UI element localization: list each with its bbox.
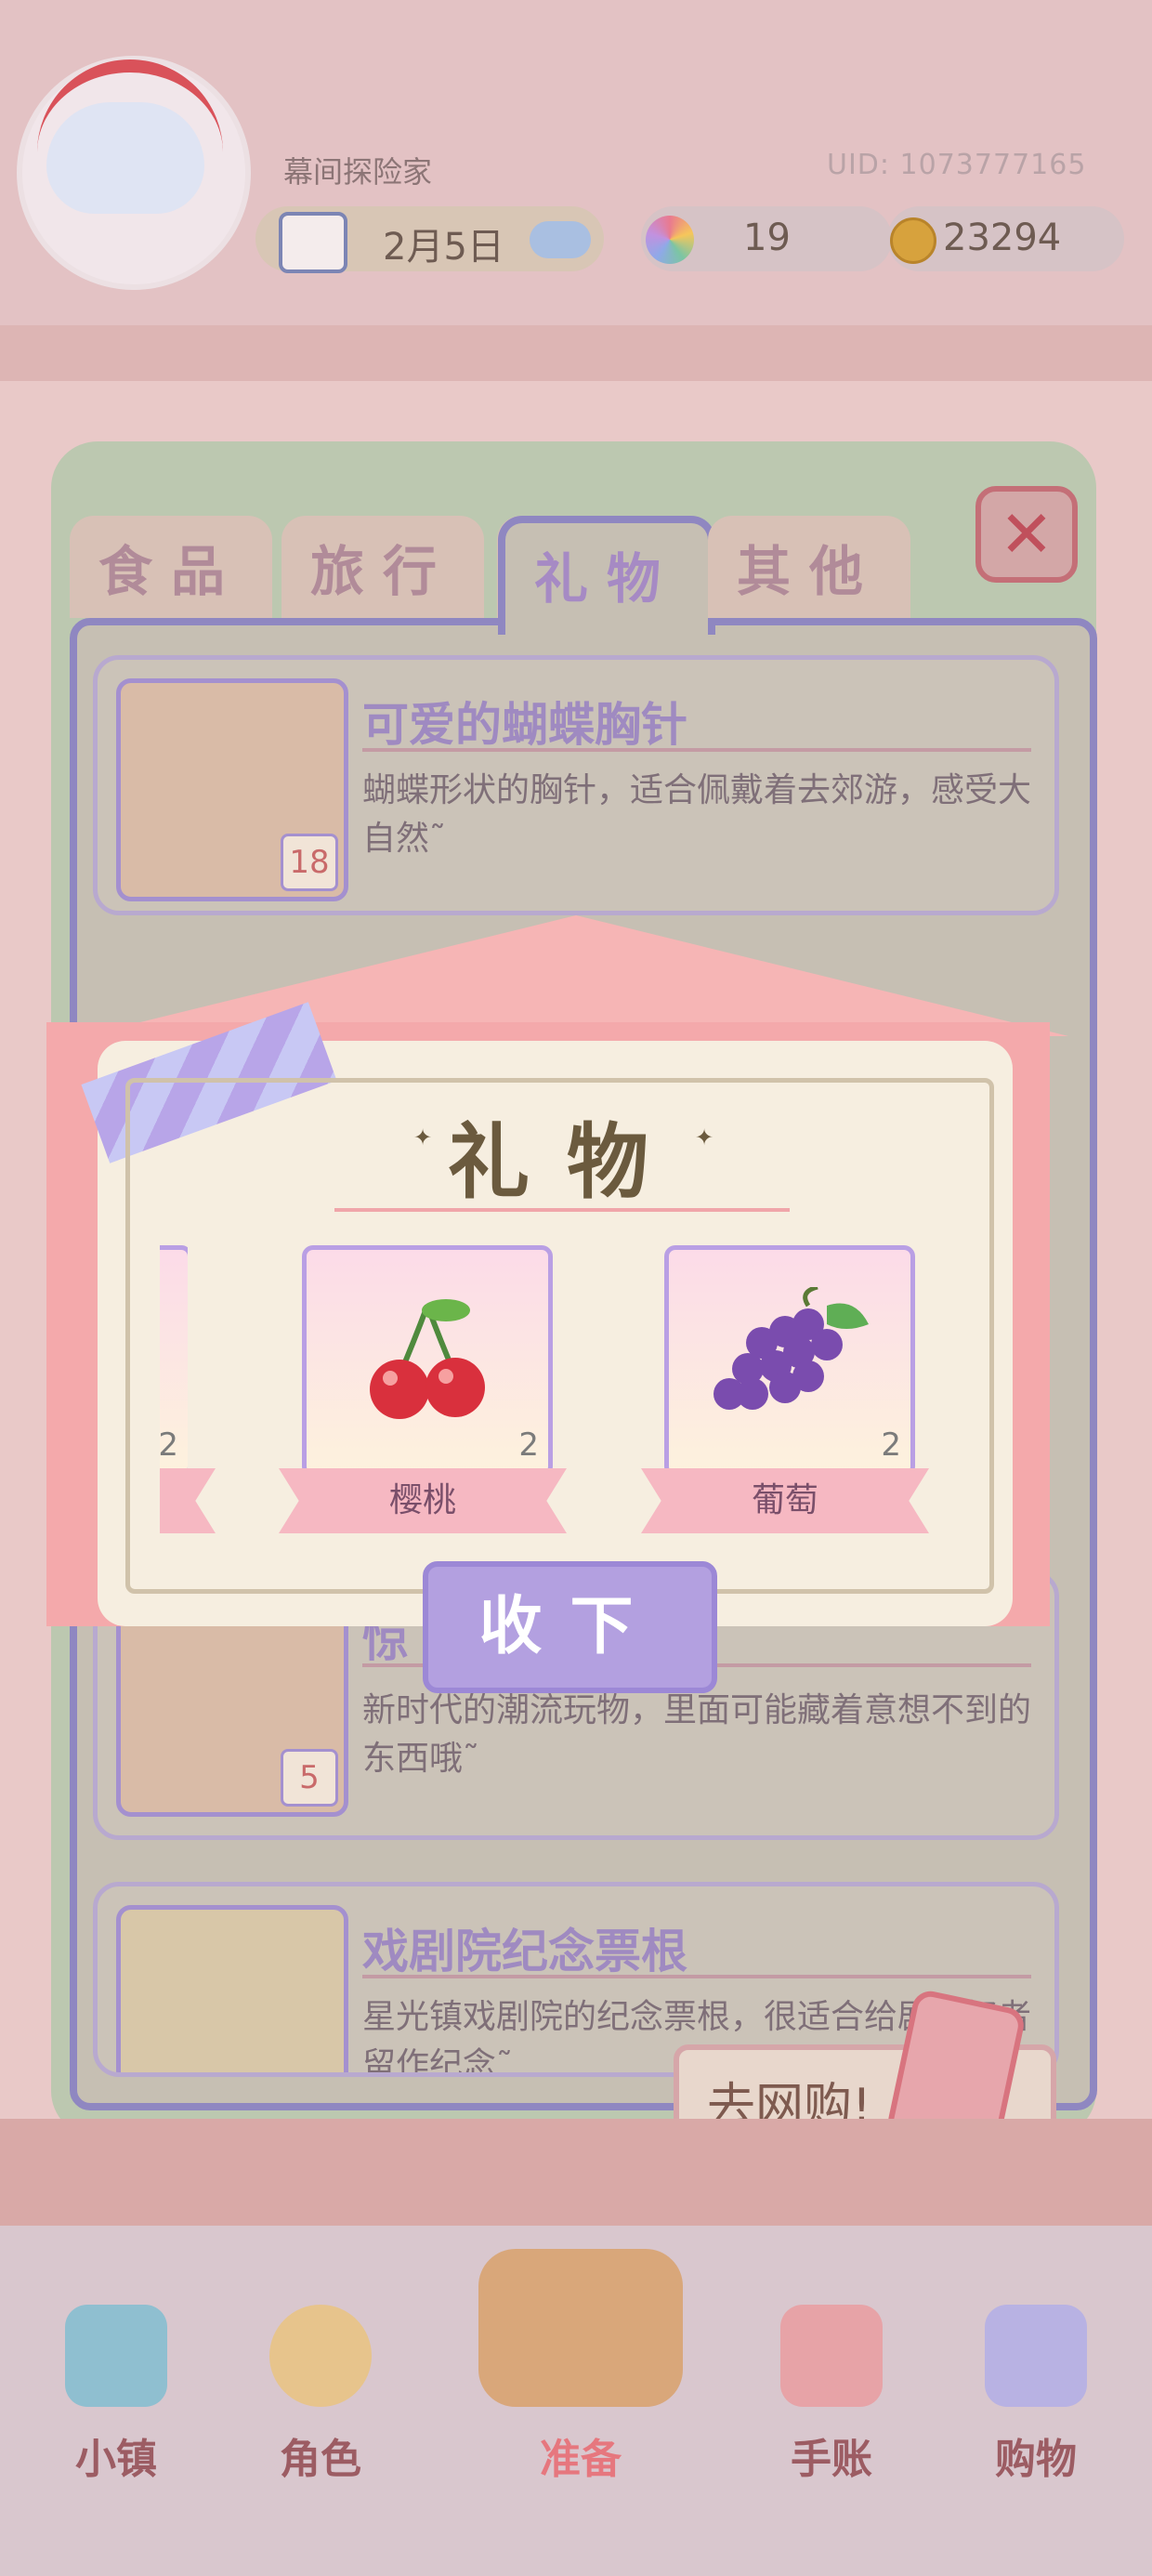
basket-icon <box>478 2249 683 2407</box>
nav-label: 准备 <box>540 2436 622 2483</box>
tab-travel[interactable]: 旅行 <box>281 516 484 618</box>
list-item[interactable]: 18 可爱的蝴蝶胸针 蝴蝶形状的胸针，适合佩戴着去郊游，感受大自然˜ <box>93 655 1059 915</box>
calendar-icon <box>279 212 347 273</box>
butterfly-brooch-icon: 18 <box>116 678 348 901</box>
divider <box>362 748 1031 752</box>
item-description: 新时代的潮流玩物，里面可能藏着意想不到的东西哦˜ <box>362 1691 1032 1778</box>
gift-quantity: 2 <box>160 1426 178 1464</box>
nav-item-journal[interactable]: 手账 <box>762 2305 901 2485</box>
journal-icon <box>780 2305 883 2407</box>
character-icon <box>269 2305 372 2407</box>
gift-icon: 2 <box>160 1245 188 1468</box>
nav-item-character[interactable]: 角色 <box>251 2305 390 2485</box>
coin-icon <box>890 217 936 264</box>
date-text: 2月5日 <box>383 226 504 269</box>
nav-item-town[interactable]: 小镇 <box>46 2305 186 2485</box>
weather-cloud-icon <box>530 221 591 258</box>
item-title: 可爱的蝴蝶胸针 <box>362 698 687 752</box>
cherry-icon <box>370 1299 485 1419</box>
nav-label: 购物 <box>995 2436 1077 2483</box>
shopping-bag-icon <box>985 2305 1087 2407</box>
player-uid[interactable]: UID: 1073777165 <box>827 149 1086 181</box>
item-count: 18 <box>281 834 338 891</box>
tab-gift[interactable]: 礼物 <box>498 516 715 635</box>
nav-label: 小镇 <box>75 2436 157 2483</box>
accept-label: 收下 <box>478 1590 661 1663</box>
background-shelf <box>0 325 1152 381</box>
grape-icon <box>713 1287 869 1410</box>
item-count: 5 <box>281 1749 338 1807</box>
nav-label: 手账 <box>791 2436 872 2483</box>
gift-slot-partial[interactable]: 2 <box>160 1245 188 1468</box>
flower-currency-icon <box>646 216 694 264</box>
gift-name: 葡萄 <box>641 1468 929 1533</box>
gacha-ball-icon: 5 <box>116 1594 348 1817</box>
gift-name <box>160 1468 216 1533</box>
popup-title: 礼物 <box>447 1114 686 1210</box>
gift-slot-cherry[interactable]: 2 <box>302 1245 553 1478</box>
gift-quantity: 2 <box>881 1426 901 1464</box>
item-title: 戏剧院纪念票根 <box>362 1925 687 1978</box>
tab-other[interactable]: 其他 <box>708 516 910 618</box>
tab-food[interactable]: 食品 <box>70 516 272 618</box>
nav-item-shopping[interactable]: 购物 <box>966 2305 1106 2485</box>
nav-item-prepare[interactable]: 准备 <box>446 2249 715 2485</box>
coin-count: 23294 <box>943 217 1062 259</box>
player-nickname: 幕间探险家 <box>283 154 433 190</box>
gift-slot-grape[interactable]: 2 <box>664 1245 915 1478</box>
gift-banner-partial <box>160 1468 216 1533</box>
map-icon <box>65 2305 167 2407</box>
accept-button[interactable]: 收下 <box>423 1561 717 1693</box>
star-count: 19 <box>743 217 791 259</box>
gift-name: 樱桃 <box>279 1468 567 1533</box>
close-button[interactable]: ✕ <box>975 486 1078 583</box>
ticket-icon <box>116 1905 348 2072</box>
nav-label: 角色 <box>280 2436 361 2483</box>
background-floor <box>0 2119 1152 2230</box>
gift-quantity: 2 <box>518 1426 539 1464</box>
sparkle-icon: ✦ <box>695 1124 714 1150</box>
envelope-flap <box>84 915 1068 1036</box>
title-underline <box>334 1208 790 1212</box>
divider <box>362 1975 1031 1978</box>
item-description: 蝴蝶形状的胸针，适合佩戴着去郊游，感受大自然˜ <box>362 771 1032 858</box>
